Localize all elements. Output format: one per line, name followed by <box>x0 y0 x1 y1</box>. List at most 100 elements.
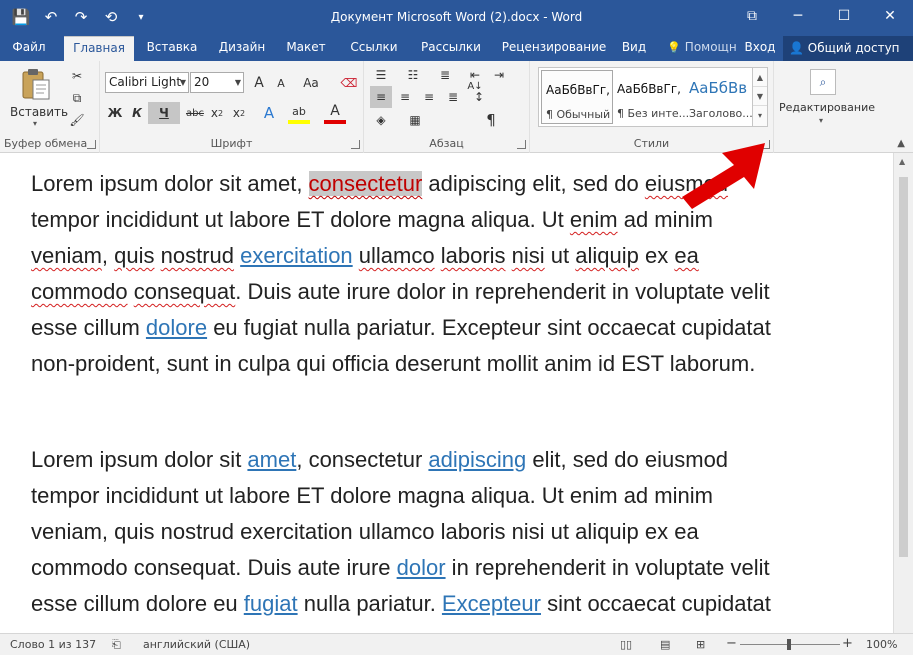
hyperlink[interactable]: Excepteur <box>442 591 541 616</box>
hyperlink[interactable]: fugiat <box>244 591 298 616</box>
text-line: tempor incididunt ut labore ET dolore ma… <box>31 478 881 514</box>
tab-home[interactable]: Главная <box>64 36 134 61</box>
paragraph-launcher-icon[interactable] <box>517 140 526 149</box>
more-styles-icon[interactable]: ▾ <box>753 106 767 125</box>
text-line: veniam, quis nostrud exercitation ullamc… <box>31 238 881 274</box>
grow-font-icon[interactable]: A <box>248 72 270 94</box>
tab-file[interactable]: Файл <box>6 36 52 61</box>
customize-qat-icon[interactable]: ▾ <box>128 6 154 28</box>
subscript-button[interactable]: x2 <box>206 102 228 124</box>
text-run: , <box>101 243 115 268</box>
tab-insert[interactable]: Вставка <box>142 36 202 61</box>
font-group: Calibri Light ▼ 20 ▼ A A Aa ⌫ Ж К Ч abc … <box>100 61 364 153</box>
highlight-color-icon[interactable]: ab <box>288 102 310 124</box>
cut-icon[interactable]: ✂ <box>66 65 88 87</box>
collapse-ribbon-icon[interactable]: ▲ <box>897 138 905 149</box>
share-button[interactable]: 👤 Общий доступ <box>783 36 913 61</box>
redo-icon[interactable]: ↷ <box>68 6 94 28</box>
editing-group[interactable]: ⌕ Редактирование ▾ <box>774 61 875 153</box>
word-count[interactable]: Слово 1 из 137 <box>10 638 96 651</box>
scrollbar-thumb[interactable] <box>899 177 908 557</box>
bold-button[interactable]: Ж <box>104 102 126 124</box>
format-painter-qat-icon[interactable]: ⟲ <box>98 6 124 28</box>
scroll-up-icon[interactable]: ▲ <box>899 157 905 166</box>
text-effects-icon[interactable]: A <box>258 102 280 124</box>
show-formatting-icon[interactable]: ¶ <box>480 109 502 131</box>
numbering-icon[interactable]: ☷ <box>402 64 424 86</box>
tell-me-box[interactable]: 💡 Помощн <box>664 36 740 61</box>
minimize-icon[interactable]: ─ <box>775 0 821 32</box>
borders-icon[interactable]: ▦ <box>404 109 426 131</box>
align-right-icon[interactable]: ≡ <box>418 86 440 108</box>
strikethrough-button[interactable]: abc <box>184 102 206 124</box>
italic-button[interactable]: К <box>126 102 148 124</box>
clear-formatting-icon[interactable]: ⌫ <box>338 72 360 94</box>
zoom-slider[interactable] <box>740 639 840 650</box>
tab-references[interactable]: Ссылки <box>342 36 406 61</box>
close-icon[interactable]: ✕ <box>867 0 913 32</box>
multilevel-list-icon[interactable]: ≣ <box>434 64 456 86</box>
text-run: tempor incididunt ut labore ET dolore ma… <box>31 483 713 508</box>
proofing-icon[interactable]: ⎗ <box>112 638 121 652</box>
superscript-button[interactable]: x2 <box>228 102 250 124</box>
paste-dropdown-icon[interactable]: ▾ <box>33 119 37 128</box>
align-left-icon[interactable]: ≡ <box>370 86 392 108</box>
superscript-label: x <box>232 106 240 120</box>
tab-layout[interactable]: Макет <box>280 36 332 61</box>
print-layout-icon[interactable]: ▤ <box>660 638 670 651</box>
style-normal[interactable]: АаБбВвГг, ¶ Обычный <box>541 70 613 124</box>
chevron-up-icon[interactable]: ▲ <box>753 68 767 87</box>
styles-gallery-scroll[interactable]: ▲ ▼ ▾ <box>752 67 768 127</box>
style-no-spacing[interactable]: АаБбВвГг, ¶ Без инте... <box>613 70 689 124</box>
justify-icon[interactable]: ≣ <box>442 86 464 108</box>
hyperlink[interactable]: adipiscing <box>428 447 526 472</box>
document-page[interactable]: Lorem ipsum dolor sit amet, consectetur … <box>0 153 893 633</box>
paragraph-group-label: Абзац <box>429 137 464 150</box>
misspelled-word: nisi <box>511 243 545 268</box>
font-name-combo[interactable]: Calibri Light ▼ <box>105 72 189 93</box>
style-heading[interactable]: АаБбВв Заголово... <box>685 70 759 124</box>
underline-button[interactable]: Ч <box>148 102 180 124</box>
clipboard-launcher-icon[interactable] <box>87 140 96 149</box>
maximize-icon[interactable]: ☐ <box>821 0 867 32</box>
tab-mailings[interactable]: Рассылки <box>414 36 488 61</box>
save-icon[interactable]: 💾 <box>8 6 34 28</box>
sort-icon[interactable]: A↓ <box>464 75 486 97</box>
text-run: esse cillum <box>31 315 146 340</box>
shrink-font-icon[interactable]: A <box>270 72 292 94</box>
shading-icon[interactable]: ◈ <box>370 109 392 131</box>
zoom-out-button[interactable]: − <box>726 636 737 651</box>
ribbon-display-options-icon[interactable]: ⧉ <box>729 0 775 32</box>
hyperlink[interactable]: exercitation <box>240 243 353 268</box>
tab-design[interactable]: Дизайн <box>212 36 272 61</box>
paste-button[interactable]: Вставить ▾ <box>6 65 68 131</box>
hyperlink[interactable]: dolor <box>397 555 446 580</box>
sign-in-link[interactable]: Вход <box>742 36 778 61</box>
chevron-down-icon[interactable]: ▼ <box>753 87 767 106</box>
copy-icon[interactable]: ⧉ <box>66 87 88 109</box>
font-launcher-icon[interactable] <box>351 140 360 149</box>
zoom-slider-thumb[interactable] <box>787 639 791 650</box>
hyperlink[interactable]: amet <box>247 447 296 472</box>
text-run: , consectetur <box>296 447 429 472</box>
align-center-icon[interactable]: ≡ <box>394 86 416 108</box>
bullets-icon[interactable]: ☰ <box>370 64 392 86</box>
web-layout-icon[interactable]: ⊞ <box>696 638 705 651</box>
tab-review[interactable]: Рецензирование <box>496 36 612 61</box>
text-run: Lorem ipsum dolor sit <box>31 447 248 472</box>
font-color-icon[interactable]: A <box>324 102 346 124</box>
change-case-icon[interactable]: Aa <box>296 72 326 94</box>
format-painter-icon[interactable]: 🖌 <box>66 109 88 131</box>
undo-icon[interactable]: ↶ <box>38 6 64 28</box>
font-size-combo[interactable]: 20 ▼ <box>190 72 244 93</box>
styles-launcher-icon[interactable] <box>761 140 770 149</box>
read-mode-icon[interactable]: ▯▯ <box>620 638 632 651</box>
language-indicator[interactable]: английский (США) <box>143 638 250 651</box>
hyperlink[interactable]: dolore <box>146 315 207 340</box>
text-line: esse cillum dolore eu fugiat nulla paria… <box>31 310 881 346</box>
zoom-level[interactable]: 100% <box>866 638 897 651</box>
vertical-scrollbar[interactable]: ▲ <box>893 153 913 633</box>
zoom-in-button[interactable]: + <box>842 636 853 651</box>
tab-view[interactable]: Вид <box>616 36 652 61</box>
increase-indent-icon[interactable]: ⇥ <box>488 64 510 86</box>
